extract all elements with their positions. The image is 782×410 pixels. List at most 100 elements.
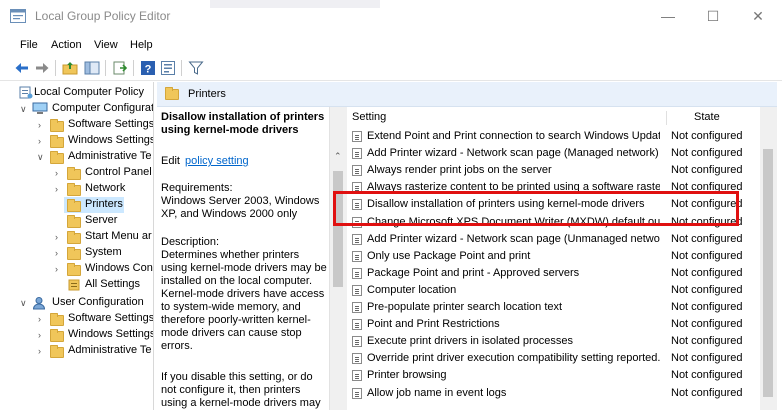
policy-setting-icon [352, 267, 362, 279]
list-item[interactable]: Add Printer wizard - Network scan page (… [346, 231, 760, 248]
list-item[interactable]: Always render print jobs on the server No… [346, 162, 760, 179]
column-header-state[interactable]: State [694, 111, 720, 123]
toolbar-separator [181, 60, 182, 76]
chevron-down-icon[interactable]: ∨ [37, 152, 45, 162]
chevron-right-icon[interactable]: › [38, 136, 46, 146]
list-item[interactable]: Add Printer wizard - Network scan page (… [346, 145, 760, 162]
setting-state: Not configured [671, 130, 743, 142]
tree-item-computer-configuration[interactable]: ∨ Computer Configurati [0, 101, 153, 117]
folder-icon [50, 135, 64, 148]
chevron-right-icon[interactable]: › [55, 232, 63, 242]
tree-item-printers[interactable]: Printers [64, 197, 124, 213]
tree-item-user-windows-settings[interactable]: › Windows Settings [0, 327, 153, 343]
menu-bar: File Action View Help [0, 36, 782, 56]
tree-item-control-panel[interactable]: › Control Panel [0, 165, 153, 181]
tree-item-user-administrative-templates[interactable]: › Administrative Te [0, 343, 153, 359]
chevron-right-icon[interactable]: › [55, 168, 63, 178]
description-pane: Disallow installation of printers using … [157, 107, 329, 410]
edit-line: Edit policy setting [161, 155, 249, 167]
list-item[interactable]: Computer location Not configured [346, 282, 760, 299]
folder-icon [50, 313, 64, 326]
menu-file[interactable]: File [20, 39, 38, 51]
chevron-down-icon[interactable]: ∨ [20, 104, 28, 114]
blurred-background-strip [210, 0, 380, 8]
list-item[interactable]: Execute print drivers in isolated proces… [346, 333, 760, 350]
policy-setting-icon [352, 387, 362, 399]
chevron-right-icon[interactable]: › [38, 330, 46, 340]
description-scroll-thumb[interactable] [333, 171, 343, 287]
tree-item-server[interactable]: Server [0, 213, 153, 229]
setting-state: Not configured [671, 369, 743, 382]
chevron-right-icon[interactable]: › [55, 184, 63, 194]
toolbar: ? [0, 56, 782, 81]
menu-view[interactable]: View [94, 39, 118, 51]
folder-icon [50, 345, 64, 358]
chevron-down-icon[interactable]: ∨ [20, 298, 28, 308]
properties-icon[interactable] [160, 60, 176, 76]
export-list-icon[interactable] [112, 60, 128, 76]
list-item[interactable]: Only use Package Point and print Not conf… [346, 248, 760, 265]
toolbar-separator [133, 60, 134, 76]
window-title: Local Group Policy Editor [35, 9, 171, 23]
column-header-setting[interactable]: Setting [352, 111, 386, 123]
tree-item-software-settings[interactable]: › Software Settings [0, 117, 153, 133]
list-item[interactable]: Allow job name in event logs Not configur… [346, 385, 760, 402]
tree-item-label: Local Computer Policy [34, 86, 145, 98]
description-scrollbar[interactable]: ⌃ [329, 107, 347, 410]
computer-icon [32, 102, 48, 114]
chevron-right-icon[interactable]: › [55, 248, 63, 258]
tree-item-all-settings[interactable]: All Settings [0, 277, 153, 293]
list-scrollbar[interactable] [760, 107, 777, 410]
folder-icon [67, 263, 81, 276]
back-arrow-icon[interactable] [14, 60, 30, 76]
tree-item-network[interactable]: › Network [0, 181, 153, 197]
setting-name: Allow job name in event logs [367, 386, 507, 399]
tree-item-windows-settings[interactable]: › Windows Settings [0, 133, 153, 149]
chevron-right-icon[interactable]: › [38, 314, 46, 324]
tree-item-user-software-settings[interactable]: › Software Settings [0, 311, 153, 327]
chevron-right-icon[interactable]: › [55, 264, 63, 274]
policy-setting-icon [352, 353, 362, 365]
tree-item-label: Windows Con [85, 262, 153, 274]
minimize-button[interactable]: — [658, 6, 678, 26]
list-item[interactable]: Extend Point and Print connection to sea… [346, 128, 760, 145]
tree-item-user-configuration[interactable]: ∨ User Configuration [0, 295, 153, 311]
chevron-right-icon[interactable]: › [38, 120, 46, 130]
tree-item-administrative-templates[interactable]: ∨ Administrative Te [0, 149, 153, 165]
list-item[interactable]: Point and Print Restrictions Not configur… [346, 316, 760, 333]
policy-setting-icon [352, 233, 362, 245]
show-hide-tree-icon[interactable] [84, 60, 100, 76]
tree-item-label: Administrative Te [68, 150, 152, 162]
forward-arrow-icon[interactable] [34, 60, 50, 76]
edit-policy-setting-link[interactable]: policy setting [185, 155, 249, 167]
up-folder-icon[interactable] [62, 60, 78, 76]
help-icon[interactable]: ? [140, 60, 156, 76]
list-item[interactable]: Override print driver execution compatib… [346, 350, 760, 367]
tree-item-local-computer-policy[interactable]: Local Computer Policy [0, 85, 153, 101]
chevron-right-icon[interactable]: › [38, 346, 46, 356]
maximize-button[interactable]: ☐ [703, 6, 723, 26]
column-divider[interactable] [666, 111, 667, 125]
menu-help[interactable]: Help [130, 39, 153, 51]
scroll-up-icon[interactable]: ⌃ [334, 151, 342, 162]
tree-item-system[interactable]: › System [0, 245, 153, 261]
policy-editor-app-icon [10, 9, 26, 23]
list-item[interactable]: Pre-populate printer search location tex… [346, 299, 760, 316]
tree-item-label: Control Panel [85, 166, 152, 178]
computer-policy-icon [19, 86, 33, 99]
tree-item-label: Software Settings [68, 118, 154, 130]
tree-item-start-menu[interactable]: › Start Menu ar [0, 229, 153, 245]
list-item[interactable]: Package Point and print - Approved serve… [346, 265, 760, 282]
tree-item-windows-components[interactable]: › Windows Con [0, 261, 153, 277]
menu-action[interactable]: Action [51, 39, 82, 51]
close-button[interactable]: ✕ [748, 6, 768, 26]
folder-icon [50, 329, 64, 342]
list-item[interactable]: Printer browsing Not configured [346, 367, 760, 384]
setting-name: Add Printer wizard - Network scan page (… [367, 147, 659, 160]
list-scroll-thumb[interactable] [763, 149, 773, 397]
folder-icon [67, 199, 81, 212]
title-bar: Local Group Policy Editor — ☐ ✕ [0, 0, 782, 32]
setting-state: Not configured [671, 301, 743, 313]
filter-icon[interactable] [188, 60, 204, 76]
description-text: Determines whether printers using kernel… [161, 249, 327, 352]
